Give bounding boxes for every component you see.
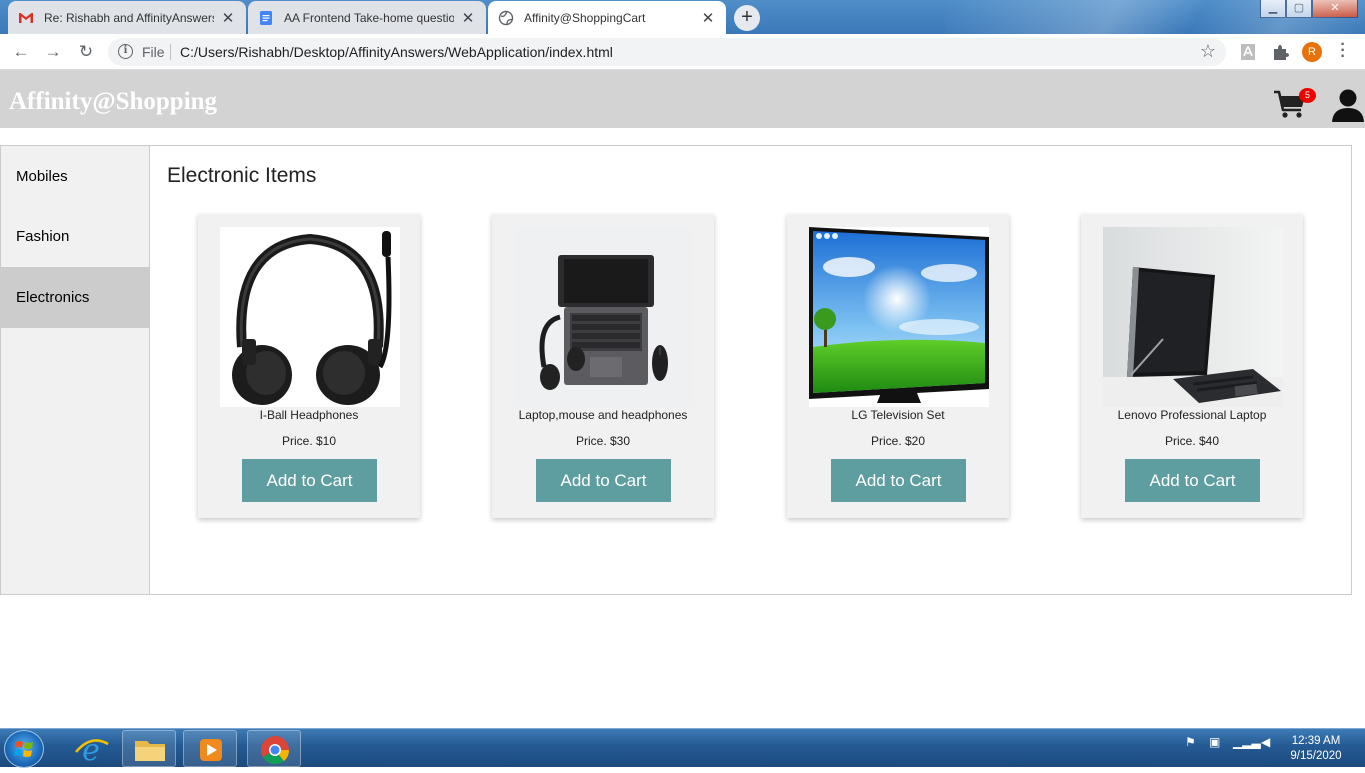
content-frame: Mobiles Fashion Electronics Electronic I…	[0, 145, 1352, 595]
headphones-image	[220, 227, 400, 407]
site-info-icon[interactable]: i	[118, 44, 133, 59]
add-to-cart-button[interactable]: Add to Cart	[1125, 459, 1260, 502]
section-title: Electronic Items	[167, 164, 317, 187]
signal-strength-icon[interactable]: ▁▂▃	[1233, 735, 1261, 749]
url-text[interactable]: C:/Users/Rishabh/Desktop/AffinityAnswers…	[180, 44, 613, 60]
browser-tab-strip: Re: Rishabh and AffinityAnswers ✕ AA Fro…	[0, 0, 1365, 34]
product-card: LG Television Set Price. $20 Add to Cart	[787, 214, 1009, 518]
browser-menu-icon[interactable]: · · ·	[1338, 37, 1348, 65]
product-price: Price. $10	[281, 434, 337, 448]
brand-logo-text[interactable]: Affinity@Shopping	[9, 88, 217, 116]
laptop-with-stand-image	[1103, 227, 1283, 407]
media-player-icon	[200, 739, 222, 761]
media-player-taskbar-button[interactable]	[183, 730, 237, 767]
windows-logo-icon	[14, 741, 33, 757]
browser-toolbar: ← → ↻ i File C:/Users/Rishabh/Desktop/Af…	[0, 34, 1365, 70]
reload-button[interactable]: ↻	[75, 41, 97, 63]
close-tab-icon[interactable]: ✕	[700, 9, 716, 27]
start-button[interactable]	[4, 730, 44, 768]
product-name: LG Television Set	[851, 408, 945, 422]
product-name: Lenovo Professional Laptop	[1117, 408, 1267, 422]
minimize-button[interactable]: ▁	[1260, 0, 1286, 18]
television-image	[809, 227, 989, 407]
tab-gmail[interactable]: Re: Rishabh and AffinityAnswers ✕	[8, 1, 246, 34]
product-card: Lenovo Professional Laptop Price. $40 Ad…	[1081, 214, 1303, 518]
window-controls: ▁ ▢ ✕	[1260, 0, 1358, 18]
profile-avatar[interactable]: R	[1302, 42, 1322, 62]
chrome-taskbar-button[interactable]	[247, 730, 301, 767]
folder-icon	[135, 741, 165, 761]
clock-time: 12:39 AM	[1291, 735, 1341, 747]
network-adapter-icon[interactable]: ▣	[1209, 735, 1220, 749]
windows-taskbar: e ⚑ ▣ ▁▂▃ ◀ 12:39 AM 9/15/2020	[0, 728, 1365, 768]
product-card: Laptop,mouse and headphones Price. $30 A…	[492, 214, 714, 518]
window-close-button[interactable]: ✕	[1312, 0, 1358, 18]
close-tab-icon[interactable]: ✕	[220, 9, 236, 27]
product-section: Electronic Items I-Ball Headphones Price…	[151, 146, 1351, 594]
bookmark-star-icon[interactable]: ☆	[1200, 41, 1216, 62]
system-clock[interactable]: 12:39 AM 9/15/2020	[1286, 734, 1346, 764]
forward-button[interactable]: →	[42, 41, 64, 63]
scheme-label: File	[142, 44, 165, 60]
pdf-extension-icon[interactable]	[1238, 42, 1258, 62]
category-sidebar: Mobiles Fashion Electronics	[1, 146, 150, 594]
tab-title: Re: Rishabh and AffinityAnswers	[44, 10, 214, 25]
add-to-cart-button[interactable]: Add to Cart	[831, 459, 966, 502]
sidebar-item-electronics[interactable]: Electronics	[1, 267, 149, 328]
sidebar-item-fashion[interactable]: Fashion	[1, 207, 149, 267]
svg-text:e: e	[82, 733, 100, 767]
file-explorer-taskbar-button[interactable]	[122, 730, 176, 767]
docs-icon	[260, 10, 272, 25]
divider	[170, 44, 171, 60]
extensions-puzzle-icon[interactable]	[1270, 42, 1290, 62]
internet-explorer-icon: e	[75, 733, 109, 768]
tab-shopping-cart[interactable]: Affinity@ShoppingCart ✕	[488, 1, 726, 34]
product-price: Price. $20	[870, 434, 926, 448]
clock-date: 9/15/2020	[1290, 750, 1342, 762]
cart-count-badge: 5	[1299, 88, 1316, 103]
add-to-cart-button[interactable]: Add to Cart	[242, 459, 377, 502]
sidebar-item-mobiles[interactable]: Mobiles	[1, 147, 149, 207]
action-center-flag-icon[interactable]: ⚑	[1185, 735, 1196, 749]
back-button[interactable]: ←	[10, 41, 32, 63]
tab-docs[interactable]: AA Frontend Take-home questio ✕	[248, 1, 486, 34]
tab-title: AA Frontend Take-home questio	[284, 10, 454, 25]
new-tab-button[interactable]: +	[734, 5, 760, 31]
product-name: I-Ball Headphones	[259, 408, 359, 422]
globe-icon	[498, 10, 514, 25]
product-price: Price. $30	[575, 434, 631, 448]
laptop-mouse-headphones-image	[514, 227, 694, 407]
product-name: Laptop,mouse and headphones	[518, 408, 688, 422]
user-account-icon[interactable]	[1330, 88, 1365, 122]
maximize-button[interactable]: ▢	[1286, 0, 1312, 18]
tab-title: Affinity@ShoppingCart	[524, 10, 646, 25]
product-card: I-Ball Headphones Price. $10 Add to Cart	[198, 214, 420, 518]
volume-icon[interactable]: ◀	[1261, 735, 1270, 749]
add-to-cart-button[interactable]: Add to Cart	[536, 459, 671, 502]
internet-explorer-taskbar-button[interactable]: e	[64, 730, 118, 768]
product-price: Price. $40	[1164, 434, 1220, 448]
site-header: Affinity@Shopping	[0, 70, 1365, 128]
gmail-icon	[19, 12, 33, 23]
close-tab-icon[interactable]: ✕	[460, 9, 476, 27]
chrome-icon	[261, 736, 290, 765]
address-bar[interactable]: i File C:/Users/Rishabh/Desktop/Affinity…	[108, 38, 1226, 66]
